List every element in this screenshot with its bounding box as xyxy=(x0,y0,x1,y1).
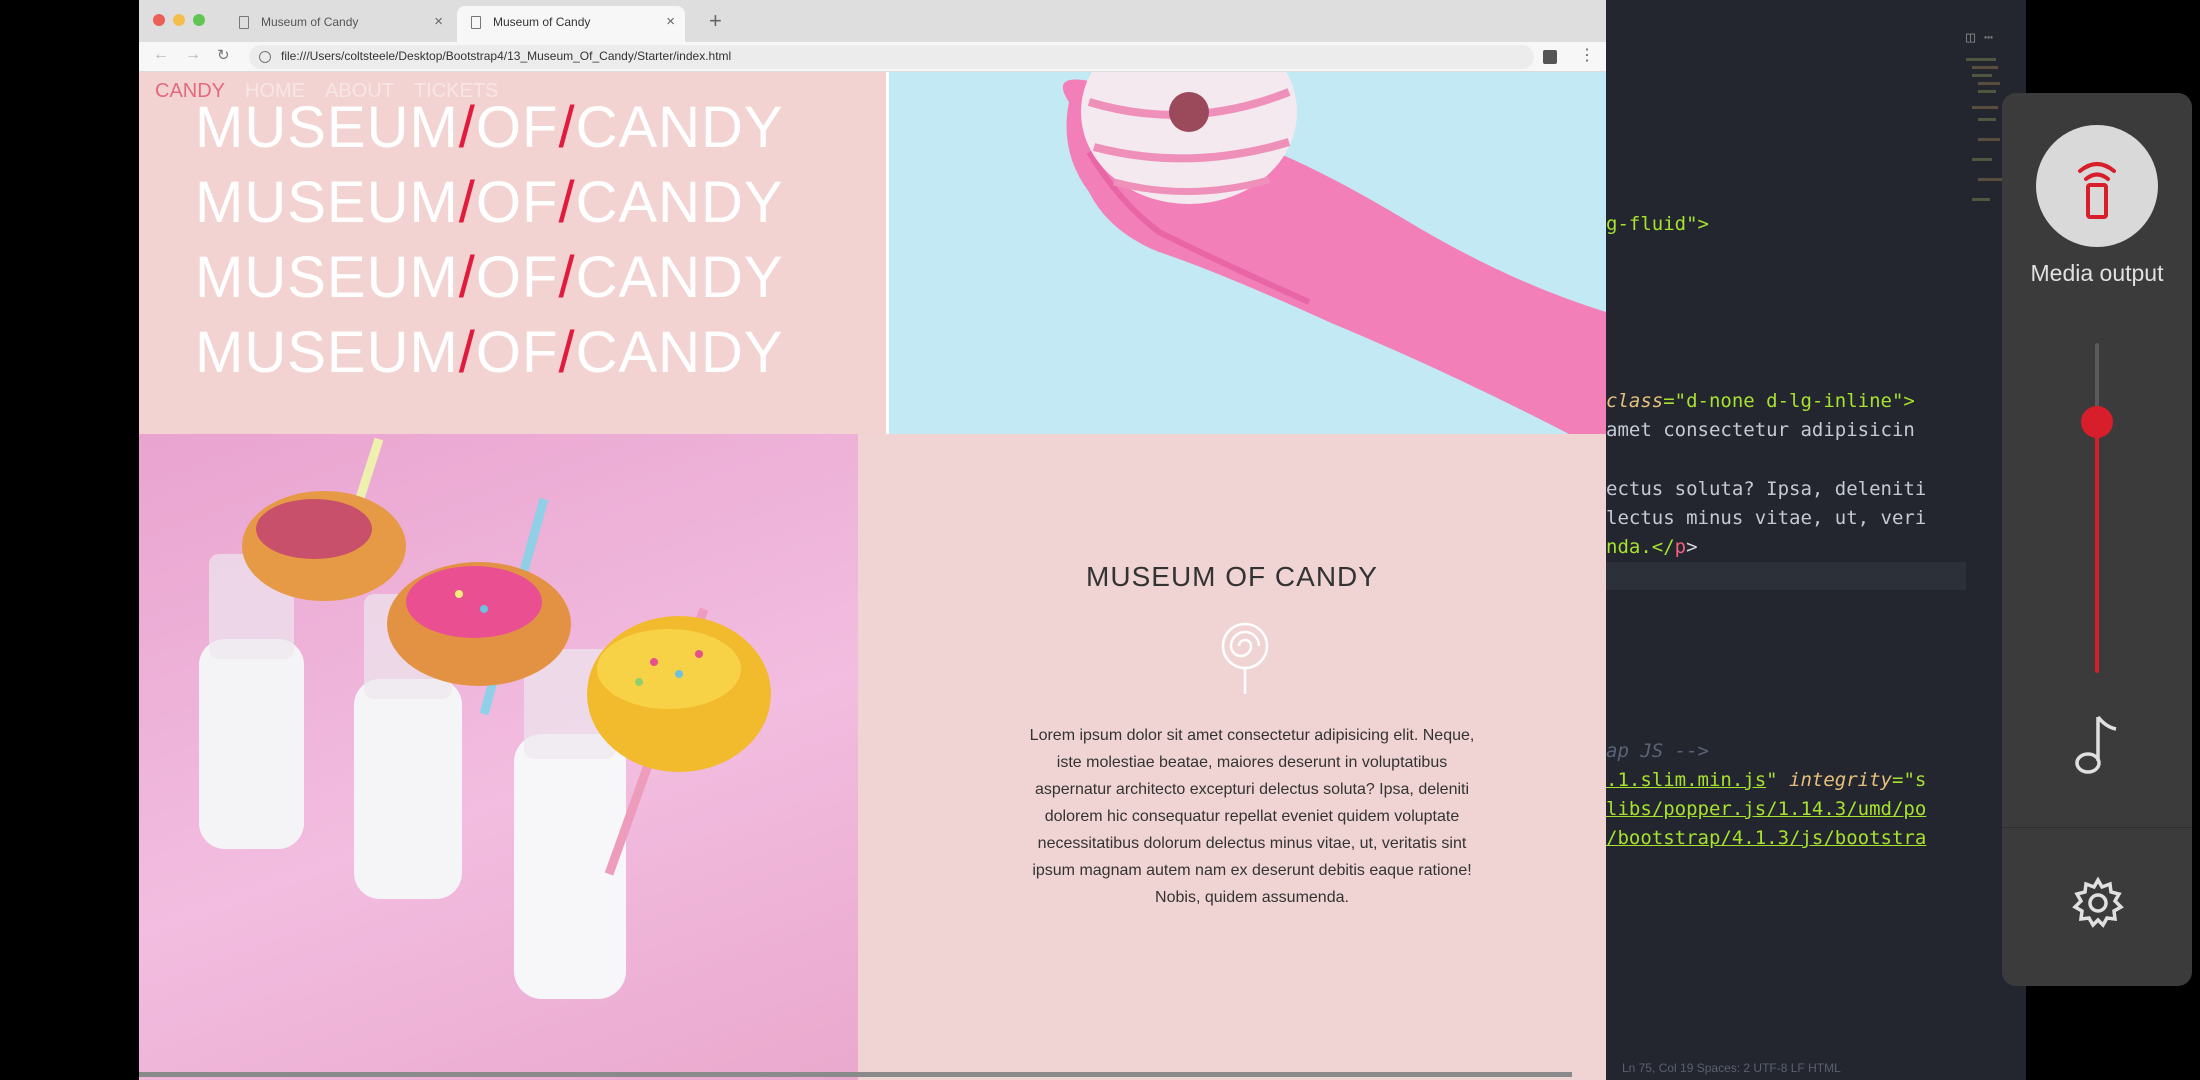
url-field[interactable]: file:///Users/coltsteele/Desktop/Bootstr… xyxy=(249,45,1534,69)
close-window-button[interactable] xyxy=(153,14,165,26)
maximize-window-button[interactable] xyxy=(193,14,205,26)
tab-bar: Museum of Candy × Museum of Candy × + xyxy=(139,0,1606,42)
tab-title: Museum of Candy xyxy=(261,15,359,29)
code-line[interactable]: /bootstrap/4.1.3/js/bootstra xyxy=(1606,827,1926,849)
about-heading: MUSEUM OF CANDY xyxy=(1086,561,1378,592)
media-output-label: Media output xyxy=(2030,260,2164,286)
media-output-button[interactable] xyxy=(2036,125,2158,247)
panel-divider xyxy=(2002,827,2192,828)
url-text: file:///Users/coltsteele/Desktop/Bootstr… xyxy=(281,49,732,63)
minimap[interactable] xyxy=(1964,58,2004,208)
extension-icon[interactable] xyxy=(1543,50,1557,64)
forward-arrow-icon[interactable]: → xyxy=(185,46,201,64)
current-line-highlight xyxy=(1606,562,1966,590)
code-line[interactable]: libs/popper.js/1.14.3/umd/po xyxy=(1606,798,1926,820)
tab-close-button[interactable]: × xyxy=(666,6,675,38)
code-line[interactable]: .1.slim.min.js" integrity="s xyxy=(1606,769,1926,791)
about-panel: MUSEUM OF CANDY Lorem ipsum dolor sit am… xyxy=(858,434,1606,1080)
hero-title-line: MUSEUM/OF/CANDY xyxy=(195,170,784,235)
media-output-panel: Media output xyxy=(2002,93,2192,986)
horizontal-scrollbar[interactable] xyxy=(139,1072,1572,1077)
back-arrow-icon[interactable]: ← xyxy=(153,46,169,64)
hero-title-line: MUSEUM/OF/CANDY xyxy=(195,95,784,160)
more-menu-icon[interactable]: ⋮ xyxy=(1579,45,1595,65)
glove-photo-illustration xyxy=(1062,72,1606,434)
donut-glove-image xyxy=(889,72,1606,434)
code-line[interactable]: ectus soluta? Ipsa, deleniti xyxy=(1606,478,1926,500)
gear-icon[interactable] xyxy=(2070,875,2126,931)
screen: Museum of Candy × Museum of Candy × + ← … xyxy=(0,0,2200,1080)
code-line[interactable]: ap JS --> xyxy=(1606,740,1709,762)
code-editor: ◫ ⋯ g-fluid"> class="d-none d-lg-inline"… xyxy=(1606,0,2026,1080)
tab-close-button[interactable]: × xyxy=(434,6,443,38)
web-page: CANDY HOME ABOUT TICKETS MUSEUM/OF/CANDY… xyxy=(139,72,1606,1080)
browser-tab-active[interactable]: Museum of Candy × xyxy=(457,6,685,42)
minimize-window-button[interactable] xyxy=(173,14,185,26)
music-note-icon[interactable] xyxy=(2074,713,2120,775)
status-text: Ln 75, Col 19 Spaces: 2 UTF-8 LF HTML xyxy=(1622,1061,1841,1075)
editor-status-bar: Ln 75, Col 19 Spaces: 2 UTF-8 LF HTML xyxy=(1606,1055,2026,1080)
tab-title: Museum of Candy xyxy=(493,15,591,29)
new-tab-button[interactable]: + xyxy=(709,8,722,34)
document-icon xyxy=(239,16,249,29)
browser-tab[interactable]: Museum of Candy × xyxy=(225,6,453,42)
donut-milk-bottles-image xyxy=(139,434,858,1080)
hero-title-line: MUSEUM/OF/CANDY xyxy=(195,245,784,310)
code-line[interactable]: class="d-none d-lg-inline"> xyxy=(1606,390,1915,412)
split-editor-icon[interactable]: ◫ ⋯ xyxy=(1966,28,1993,46)
code-line[interactable]: amet consectetur adipisicin xyxy=(1606,419,1915,441)
hero-title-panel: CANDY HOME ABOUT TICKETS MUSEUM/OF/CANDY… xyxy=(139,72,886,434)
address-bar: ← → ↻ file:///Users/coltsteele/Desktop/B… xyxy=(139,42,1606,72)
code-line[interactable]: lectus minus vitae, ut, veri xyxy=(1606,507,1926,529)
document-icon xyxy=(471,16,481,29)
browser-window: Museum of Candy × Museum of Candy × + ← … xyxy=(139,0,1606,1080)
reload-icon[interactable]: ↻ xyxy=(217,46,230,64)
hero-title-line: MUSEUM/OF/CANDY xyxy=(195,320,784,385)
lollipop-icon xyxy=(1221,622,1269,694)
volume-slider-thumb[interactable] xyxy=(2081,406,2113,439)
volume-slider-fill xyxy=(2095,422,2099,673)
milk-bottles-illustration xyxy=(199,437,771,999)
code-line[interactable]: g-fluid"> xyxy=(1606,213,1709,235)
about-paragraph: Lorem ipsum dolor sit amet consectetur a… xyxy=(1029,727,1475,906)
code-line[interactable]: nda.</p> xyxy=(1606,536,1698,558)
speaker-cast-icon xyxy=(2078,162,2116,219)
info-icon[interactable] xyxy=(259,51,271,63)
